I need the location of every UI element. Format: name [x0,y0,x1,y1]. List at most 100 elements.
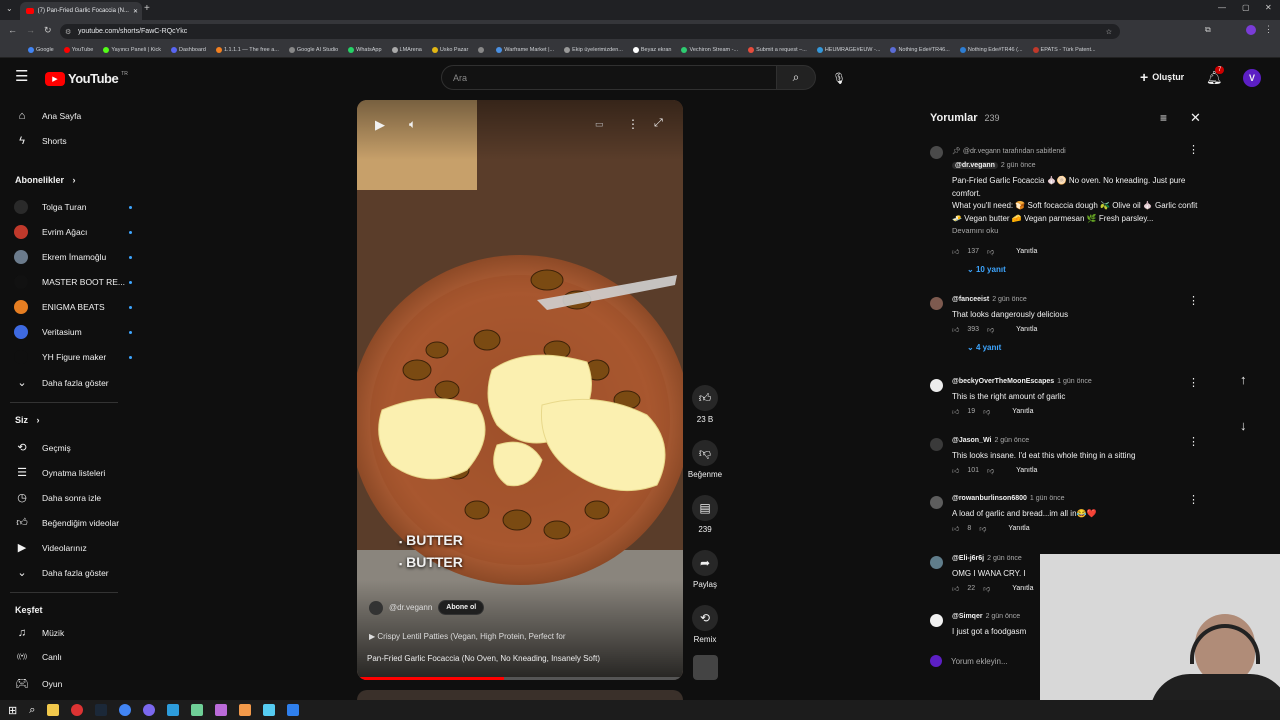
maximize-icon[interactable]: ▢ [1242,3,1250,12]
comment-like-icon[interactable]: 👍︎ [952,584,959,593]
show-more-you[interactable]: ⌄ Daha fazla göster [14,566,129,579]
subscribe-button[interactable]: Abone ol [438,600,485,615]
comment-more-icon[interactable]: ⋮ [1188,143,1199,156]
sidebar-subscription-item[interactable]: YH Figure maker [14,350,132,364]
sidebar-item-explore[interactable]: ((•)) Canlı [14,652,129,662]
comment-dislike-icon[interactable]: 👎︎ [983,407,990,416]
scroll-down-icon[interactable]: ↓ [1240,418,1247,433]
audio-source-thumbnail[interactable] [693,655,718,680]
search-input[interactable]: Ara [441,65,777,90]
bookmark-item[interactable]: Nothing Ede#TR46 (... [959,46,1023,53]
comment-like-icon[interactable]: 👍︎ [952,466,959,475]
comment-author[interactable]: @Jason_Wi [952,437,991,444]
sidebar-subscription-item[interactable]: Ekrem İmamoğlu [14,250,132,264]
view-replies-button[interactable]: ⌄ 4 yanıt [967,343,1001,352]
reply-button[interactable]: Yanıtla [1012,585,1033,592]
playlist-link[interactable]: ▶ Crispy Lentil Patties (Vegan, High Pro… [369,632,565,641]
voice-search-button[interactable]: 🎙 [828,67,850,89]
view-replies-button[interactable]: ⌄ 10 yanıt [967,265,1006,274]
search-button[interactable]: ⌕ [776,65,816,90]
bookmark-item[interactable]: Usko Pazar [431,46,468,53]
shorts-video-player[interactable]: ▶ 🔈︎ ▭ ⋮ ⤢ ▪ BUTTER ▪ BUTTER @dr.vegann … [357,100,683,680]
comment-author[interactable]: @Eli-j6r6j [952,555,984,562]
app-icon[interactable] [263,704,276,716]
like-button[interactable]: 👍︎ 23 B [685,385,725,424]
close-tab-icon[interactable]: ✕ [133,8,138,15]
url-field[interactable]: ⚙ youtube.com/shorts/FawC-RQcYkc ☆ [60,24,1120,39]
bookmark-item[interactable]: Vechiron Stream -... [681,46,738,53]
commenter-avatar[interactable] [930,556,943,569]
comment-more-icon[interactable]: ⋮ [1188,376,1199,389]
reply-button[interactable]: Yanıtla [1008,525,1029,532]
commenter-avatar[interactable] [930,297,943,310]
sidebar-item-explore[interactable]: ♫ Müzik [14,627,129,639]
sort-icon[interactable]: ≡ [1160,111,1167,125]
youtube-logo[interactable]: ▶ YouTube TR [45,71,128,86]
comment-author[interactable]: @dr.vegann [952,162,998,169]
comment-dislike-icon[interactable]: 👎︎ [983,584,990,593]
sidebar-subscription-item[interactable]: Evrim Ağacı [14,225,132,239]
bookmark-item[interactable]: 1.1.1.1 — The free a... [215,46,279,53]
sidebar-item-you[interactable]: ☰ Oynatma listeleri [14,466,129,479]
comment-author[interactable]: @rowanburlinson6800 [952,495,1027,502]
comment-like-icon[interactable]: 👍︎ [952,407,959,416]
bookmark-item[interactable]: Nothing Ede#TR46... [890,46,950,53]
create-button[interactable]: + Oluştur [1140,69,1184,85]
captions-icon[interactable]: ▭ [595,119,604,130]
sidebar-item-you[interactable]: ⟲ Geçmiş [14,441,129,454]
comment-dislike-icon[interactable]: 👎︎ [987,325,994,334]
steam-icon[interactable] [95,704,108,716]
app-icon[interactable] [287,704,300,716]
you-heading[interactable]: Siz › [15,415,40,425]
comment-author[interactable]: @fanceeist [952,296,989,303]
windows-start-icon[interactable]: ⊞ [8,704,17,717]
show-more-subscriptions[interactable]: ⌄ Daha fazla göster [14,376,129,389]
notifications-button[interactable]: 🔔︎ 7 [1206,66,1225,87]
extensions-icon[interactable]: ⧉ [1205,25,1211,35]
app-icon[interactable] [143,704,156,716]
dislike-button[interactable]: 👎︎ Beğenme [685,440,725,479]
remix-button[interactable]: ⟲ Remix [685,605,725,644]
scroll-up-icon[interactable]: ↑ [1240,372,1247,387]
share-button[interactable]: ➦ Paylaş [685,550,725,589]
chrome-icon[interactable] [119,704,132,716]
app-icon[interactable] [191,704,204,716]
bookmark-item[interactable] [478,46,486,53]
commenter-avatar[interactable] [930,146,943,159]
search-icon[interactable]: ⌕ [29,704,35,717]
account-avatar[interactable]: V [1243,69,1261,87]
bookmark-item[interactable]: EPATS - Türk Patent... [1032,46,1096,53]
reload-icon[interactable]: ↻ [44,25,52,36]
add-comment-input[interactable]: Yorum ekleyin... [951,657,1008,666]
reply-button[interactable]: Yanıtla [1016,248,1037,255]
sidebar-item-shorts[interactable]: ϟ Shorts [14,135,129,147]
forward-icon[interactable]: → [26,25,35,35]
sidebar-item-you[interactable]: 👍︎ Beğendiğim videolar [14,516,129,529]
file-explorer-icon[interactable] [47,704,60,716]
app-icon[interactable] [215,704,228,716]
new-tab-icon[interactable]: + [144,3,150,14]
comment-dislike-icon[interactable]: 👎︎ [979,524,986,533]
comment-like-icon[interactable]: 👍︎ [952,247,959,256]
comment-like-icon[interactable]: 👍︎ [952,325,959,334]
sidebar-subscription-item[interactable]: MASTER BOOT RE... [14,275,132,289]
comment-more-icon[interactable]: ⋮ [1188,435,1199,448]
bookmark-item[interactable]: Beyaz ekran [632,46,671,53]
bookmark-item[interactable]: Warframe Market |... [496,46,554,53]
comment-like-icon[interactable]: 👍︎ [952,524,959,533]
bookmark-item[interactable]: Google [28,46,54,53]
tab-search-icon[interactable]: ⌄ [6,4,13,13]
bookmark-item[interactable]: Ekip üyelerimizden... [564,46,623,53]
volume-icon[interactable]: 🔈︎ [409,117,416,132]
play-icon[interactable]: ▶ [375,117,385,133]
channel-avatar[interactable] [369,600,383,615]
bookmark-item[interactable]: Google AI Studio [288,46,338,53]
comment-author[interactable]: @Simqer [952,613,983,620]
site-info-icon[interactable]: ⚙ [65,28,71,36]
progress-track[interactable] [357,677,683,680]
bookmark-item[interactable]: HEUMRAGE#EUW -... [816,46,880,53]
bookmark-item[interactable]: Dashboard [171,46,206,53]
bookmark-item[interactable]: Yayıncı Paneli | Kick [103,46,161,53]
back-icon[interactable]: ← [8,25,17,35]
reply-button[interactable]: Yanıtla [1016,467,1037,474]
